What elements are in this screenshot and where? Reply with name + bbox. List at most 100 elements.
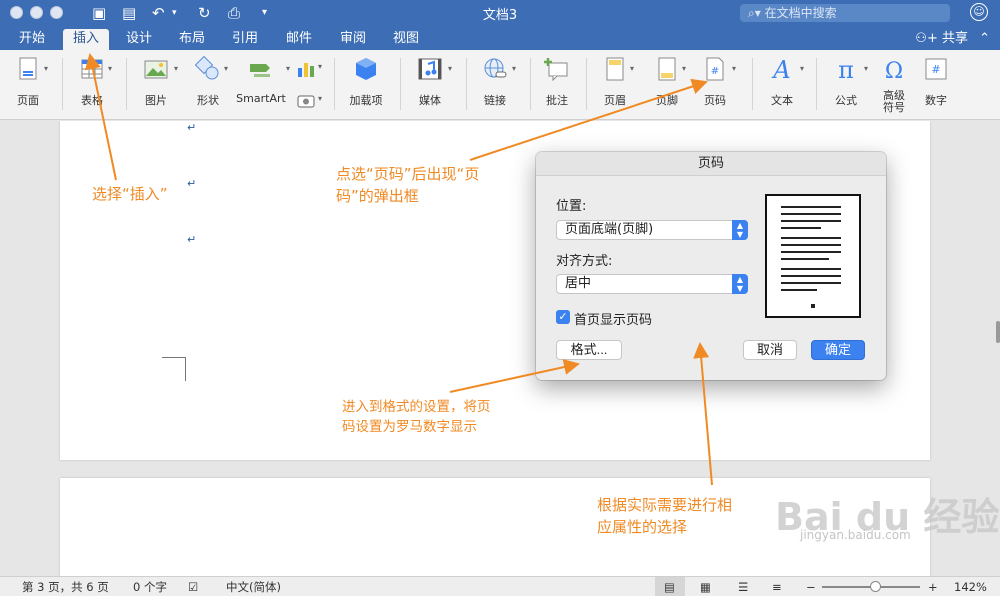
ribbon-separator bbox=[400, 58, 401, 110]
media-dropdown-icon[interactable]: ▾ bbox=[448, 64, 452, 73]
position-select[interactable]: 页面底端(页脚) ▲ ▼ bbox=[556, 220, 748, 240]
header-dropdown-icon[interactable]: ▾ bbox=[630, 64, 634, 73]
print-icon[interactable]: ⎙ bbox=[228, 4, 240, 22]
ribbon-advanced-symbol-button[interactable]: Ω 高级 符号 bbox=[876, 56, 912, 114]
ribbon-addins-button[interactable]: 加载项 bbox=[346, 56, 386, 108]
text-dropdown-icon[interactable]: ▾ bbox=[800, 64, 804, 73]
comment-icon bbox=[544, 58, 568, 82]
screenshot-icon[interactable] bbox=[296, 92, 316, 108]
annotation-format: 进入到格式的设置，将页 码设置为罗马数字显示 bbox=[342, 397, 491, 437]
picture-dropdown-icon[interactable]: ▾ bbox=[174, 64, 178, 73]
ribbon-footer-label: 页脚 bbox=[656, 94, 678, 107]
ribbon-smartart-button[interactable]: SmartArt bbox=[236, 56, 286, 105]
cancel-button[interactable]: 取消 bbox=[743, 340, 797, 360]
ribbon-header-label: 页眉 bbox=[604, 94, 626, 107]
page-dropdown-icon[interactable]: ▾ bbox=[44, 64, 48, 73]
select-stepper-icon: ▲ ▼ bbox=[732, 274, 748, 294]
tab-references[interactable]: 引用 bbox=[222, 29, 268, 50]
ribbon-equation-button[interactable]: π 公式 bbox=[828, 56, 864, 108]
ribbon-shapes-label: 形状 bbox=[197, 94, 219, 107]
equation-icon: π bbox=[838, 56, 854, 82]
ribbon-number-button[interactable]: # 数字 bbox=[918, 56, 954, 108]
undo-dropdown-icon[interactable]: ▾ bbox=[172, 4, 177, 22]
ribbon-tabs: 开始 插入 设计 布局 引用 邮件 审阅 视图 ⚇+ 共享 ⌃ bbox=[0, 26, 1000, 50]
preview-line bbox=[781, 227, 821, 229]
search-icon: ⌕▾ bbox=[748, 6, 765, 20]
zoom-window-button[interactable] bbox=[50, 6, 63, 19]
vertical-scrollbar[interactable] bbox=[996, 321, 1000, 343]
screenshot-dropdown-icon[interactable]: ▾ bbox=[318, 94, 322, 103]
save-icon[interactable]: ▤ bbox=[122, 4, 136, 22]
ribbon-footer-button[interactable]: 页脚 bbox=[650, 56, 684, 108]
smartart-dropdown-icon[interactable]: ▾ bbox=[286, 64, 290, 73]
ribbon-link-button[interactable]: 链接 bbox=[478, 56, 512, 108]
preview-line bbox=[781, 206, 841, 208]
page-number-dialog: 页码 位置: 页面底端(页脚) ▲ ▼ 对齐方式: 居中 ▲ ▼ ✓ 首页显示页码 … bbox=[536, 152, 886, 380]
ribbon-table-button[interactable]: 表格 bbox=[72, 56, 112, 108]
first-page-label: 首页显示页码 bbox=[574, 313, 653, 328]
footer-dropdown-icon[interactable]: ▾ bbox=[682, 64, 686, 73]
page-number-dropdown-icon[interactable]: ▾ bbox=[732, 64, 736, 73]
close-window-button[interactable] bbox=[10, 6, 23, 19]
margin-corner-mark bbox=[162, 357, 186, 381]
ribbon-comment-button[interactable]: 批注 bbox=[540, 56, 574, 108]
tab-insert[interactable]: 插入 bbox=[63, 29, 109, 50]
ribbon-picture-button[interactable]: 图片 bbox=[138, 56, 174, 108]
sidebar-toggle-icon[interactable]: ▣ bbox=[92, 4, 106, 22]
undo-icon[interactable]: ↶ bbox=[152, 4, 165, 22]
minimize-window-button[interactable] bbox=[30, 6, 43, 19]
position-value: 页面底端(页脚) bbox=[565, 222, 654, 237]
chart-icon[interactable] bbox=[296, 60, 316, 78]
ribbon-page-number-button[interactable]: # 页码 bbox=[698, 56, 732, 108]
table-dropdown-icon[interactable]: ▾ bbox=[108, 64, 112, 73]
shapes-dropdown-icon[interactable]: ▾ bbox=[224, 64, 228, 73]
tab-home[interactable]: 开始 bbox=[8, 29, 56, 50]
first-page-checkbox[interactable]: ✓ bbox=[556, 310, 570, 324]
footer-icon bbox=[658, 57, 676, 81]
ribbon-separator bbox=[752, 58, 753, 110]
format-button[interactable]: 格式... bbox=[556, 340, 622, 360]
proofing-icon[interactable]: ☑ bbox=[188, 580, 198, 594]
search-input[interactable]: ⌕▾ 在文档中搜索 bbox=[740, 4, 950, 22]
equation-dropdown-icon[interactable]: ▾ bbox=[864, 64, 868, 73]
ribbon-text-button[interactable]: A 文本 bbox=[764, 56, 800, 108]
tab-view[interactable]: 视图 bbox=[383, 29, 429, 50]
page-count[interactable]: 第 3 页，共 6 页 bbox=[22, 580, 109, 594]
collapse-ribbon-icon[interactable]: ⌃ bbox=[979, 29, 990, 49]
language-label[interactable]: 中文(简体) bbox=[226, 580, 281, 594]
ribbon-page-button[interactable]: 页面 bbox=[10, 56, 46, 108]
alignment-select[interactable]: 居中 ▲ ▼ bbox=[556, 274, 748, 294]
page-number-icon: # bbox=[706, 57, 724, 81]
tab-layout[interactable]: 布局 bbox=[169, 29, 215, 50]
focus-mode-icon[interactable]: ▦ bbox=[700, 580, 711, 594]
preview-line bbox=[781, 213, 841, 215]
ribbon-equation-label: 公式 bbox=[835, 94, 857, 107]
tab-review[interactable]: 审阅 bbox=[330, 29, 376, 50]
redo-icon[interactable]: ↻ bbox=[198, 4, 211, 22]
ribbon-shapes-button[interactable]: 形状 bbox=[190, 56, 226, 108]
ribbon-header-button[interactable]: 页眉 bbox=[598, 56, 632, 108]
ribbon-addins-label: 加载项 bbox=[349, 94, 383, 107]
zoom-out-button[interactable]: − bbox=[806, 580, 816, 594]
annotation-page-number: 点选“页码”后出现“页 码”的弹出框 bbox=[336, 163, 479, 207]
ok-button[interactable]: 确定 bbox=[811, 340, 865, 360]
picture-icon bbox=[144, 60, 168, 79]
header-icon bbox=[606, 57, 624, 81]
tab-mailings[interactable]: 邮件 bbox=[276, 29, 322, 50]
ribbon-media-button[interactable]: 媒体 bbox=[412, 56, 448, 108]
zoom-in-button[interactable]: + bbox=[928, 580, 938, 594]
link-dropdown-icon[interactable]: ▾ bbox=[512, 64, 516, 73]
draft-view-icon[interactable]: ≡ bbox=[772, 580, 782, 594]
zoom-slider-knob[interactable] bbox=[870, 581, 881, 592]
customize-toolbar-icon[interactable]: ▾ bbox=[262, 4, 267, 22]
preview-line bbox=[781, 251, 841, 253]
ribbon-separator bbox=[334, 58, 335, 110]
feedback-smiley-icon[interactable]: ☺ bbox=[970, 3, 988, 21]
word-count[interactable]: 0 个字 bbox=[133, 580, 167, 594]
chart-dropdown-icon[interactable]: ▾ bbox=[318, 62, 322, 71]
share-button[interactable]: ⚇+ 共享 bbox=[915, 29, 968, 49]
ribbon-page-label: 页面 bbox=[17, 94, 39, 107]
preview-page-number-mark bbox=[811, 304, 815, 308]
outline-view-icon[interactable]: ☰ bbox=[738, 580, 748, 594]
tab-design[interactable]: 设计 bbox=[116, 29, 162, 50]
